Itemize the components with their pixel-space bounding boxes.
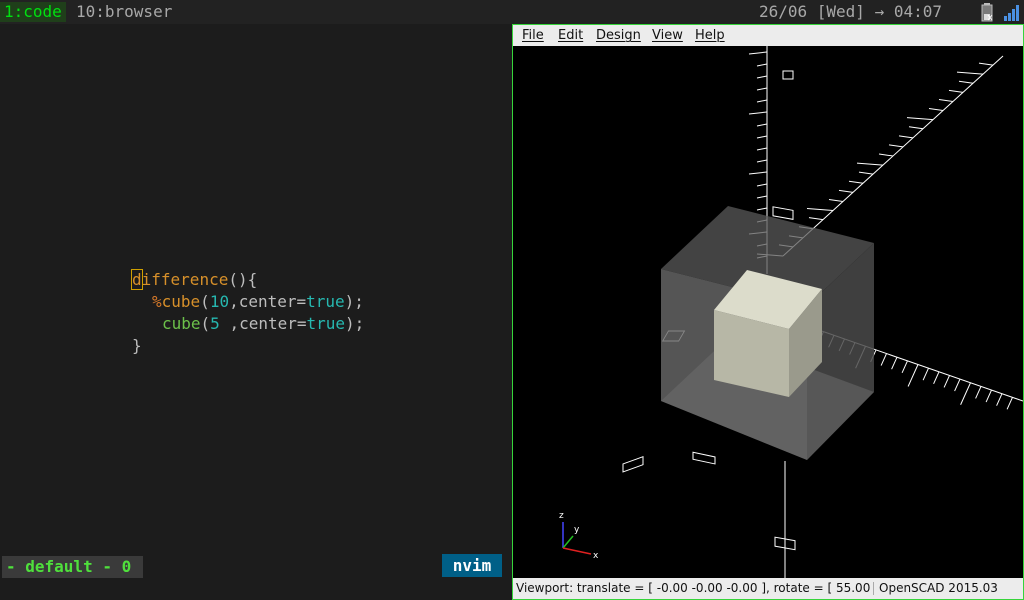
- axis-tick: [922, 367, 929, 381]
- axis-tick: [891, 356, 898, 370]
- axis-tick: [933, 371, 940, 385]
- axis-tick: [756, 195, 768, 199]
- axis-label-z: z: [559, 511, 564, 521]
- menu-file[interactable]: File: [522, 28, 544, 43]
- statusbar-divider: [873, 582, 874, 595]
- axis-tick: [856, 162, 884, 166]
- code-line-4[interactable]: }: [132, 335, 142, 357]
- menu-help[interactable]: Help: [695, 28, 725, 43]
- axis-tick: [958, 80, 974, 84]
- axis-tick: [906, 117, 934, 121]
- axis-tick: [756, 87, 768, 91]
- nvim-editor-pane[interactable]: difference(){ %cube(10,center=true); cub…: [0, 24, 512, 600]
- tmux-session-status: - default - 0: [2, 556, 143, 578]
- axis-tick: [956, 71, 984, 75]
- axis-tick: [748, 171, 768, 175]
- axis-label-x: x: [593, 551, 599, 561]
- axis-tick: [756, 207, 768, 211]
- axis-tick: [898, 135, 914, 139]
- axis-tick: [880, 353, 887, 366]
- code-line-3[interactable]: cube(5 ,center=true);: [162, 313, 364, 335]
- axis-tick: [928, 108, 944, 112]
- system-tray: [960, 2, 1020, 22]
- workspace-10-browser[interactable]: 10:browser: [72, 2, 176, 22]
- menu-design[interactable]: Design: [596, 28, 641, 43]
- axis-tick: [838, 189, 854, 193]
- openscad-statusbar: Viewport: translate = [ -0.00 -0.00 -0.0…: [513, 578, 1023, 599]
- axis-tick: [960, 382, 971, 405]
- axis-tick: [907, 364, 919, 387]
- axis-tick: [756, 159, 768, 163]
- axis-tick: [756, 135, 768, 139]
- axis-tick: [901, 360, 908, 374]
- axis-tick: [943, 375, 950, 388]
- axis-tick: [806, 208, 834, 212]
- code-line-1[interactable]: difference(){: [131, 269, 257, 291]
- axis-tick: [938, 98, 954, 102]
- axis-tick: [878, 153, 894, 157]
- axis-tick: [888, 144, 904, 148]
- top-status-bar: 1:code 10:browser 26/06 [Wed] → 04:07: [0, 0, 1024, 24]
- axis-tick: [808, 217, 824, 221]
- workspace-1-code[interactable]: 1:code: [0, 2, 66, 22]
- menu-edit[interactable]: Edit: [558, 28, 583, 43]
- axis-tick: [848, 180, 864, 184]
- axis-tick: [858, 171, 874, 175]
- axis-tick: [978, 62, 994, 66]
- viewport-info: Viewport: translate = [ -0.00 -0.00 -0.0…: [516, 581, 871, 595]
- axis-tick: [756, 123, 768, 127]
- openscad-window[interactable]: File Edit Design View Help z y x Viewpor…: [490, 24, 1024, 600]
- axis-tick: [908, 126, 924, 130]
- menu-view[interactable]: View: [652, 28, 683, 43]
- axis-tick: [756, 99, 768, 103]
- axis-tick: [1006, 397, 1013, 410]
- axis-tick: [748, 51, 768, 55]
- battery-icon[interactable]: [981, 3, 993, 22]
- 3d-viewport[interactable]: z y x: [490, 46, 1024, 578]
- code-line-2[interactable]: %cube(10,center=true);: [152, 291, 364, 313]
- axis-tick: [975, 386, 982, 399]
- network-signal-icon[interactable]: [1004, 5, 1019, 21]
- menu-bar: File Edit Design View Help: [513, 25, 1023, 46]
- axis-tick: [756, 183, 768, 187]
- axis-indicator: z y x: [559, 511, 599, 561]
- axis-tick: [996, 393, 1003, 406]
- axis-tick: [756, 75, 768, 79]
- axis-tick: [985, 389, 992, 403]
- axis-label-y: y: [574, 525, 580, 535]
- axis-tick: [828, 198, 844, 202]
- openscad-version: OpenSCAD 2015.03: [879, 581, 998, 595]
- axis-tick: [756, 63, 768, 67]
- axis-tick: [748, 111, 768, 115]
- axis-tick: [756, 147, 768, 151]
- axis-tick: [948, 89, 964, 93]
- nvim-mode-badge: nvim: [442, 554, 502, 577]
- axis-tick: [954, 378, 961, 392]
- cursor: d: [131, 269, 143, 290]
- clock: 26/06 [Wed] → 04:07: [758, 2, 942, 21]
